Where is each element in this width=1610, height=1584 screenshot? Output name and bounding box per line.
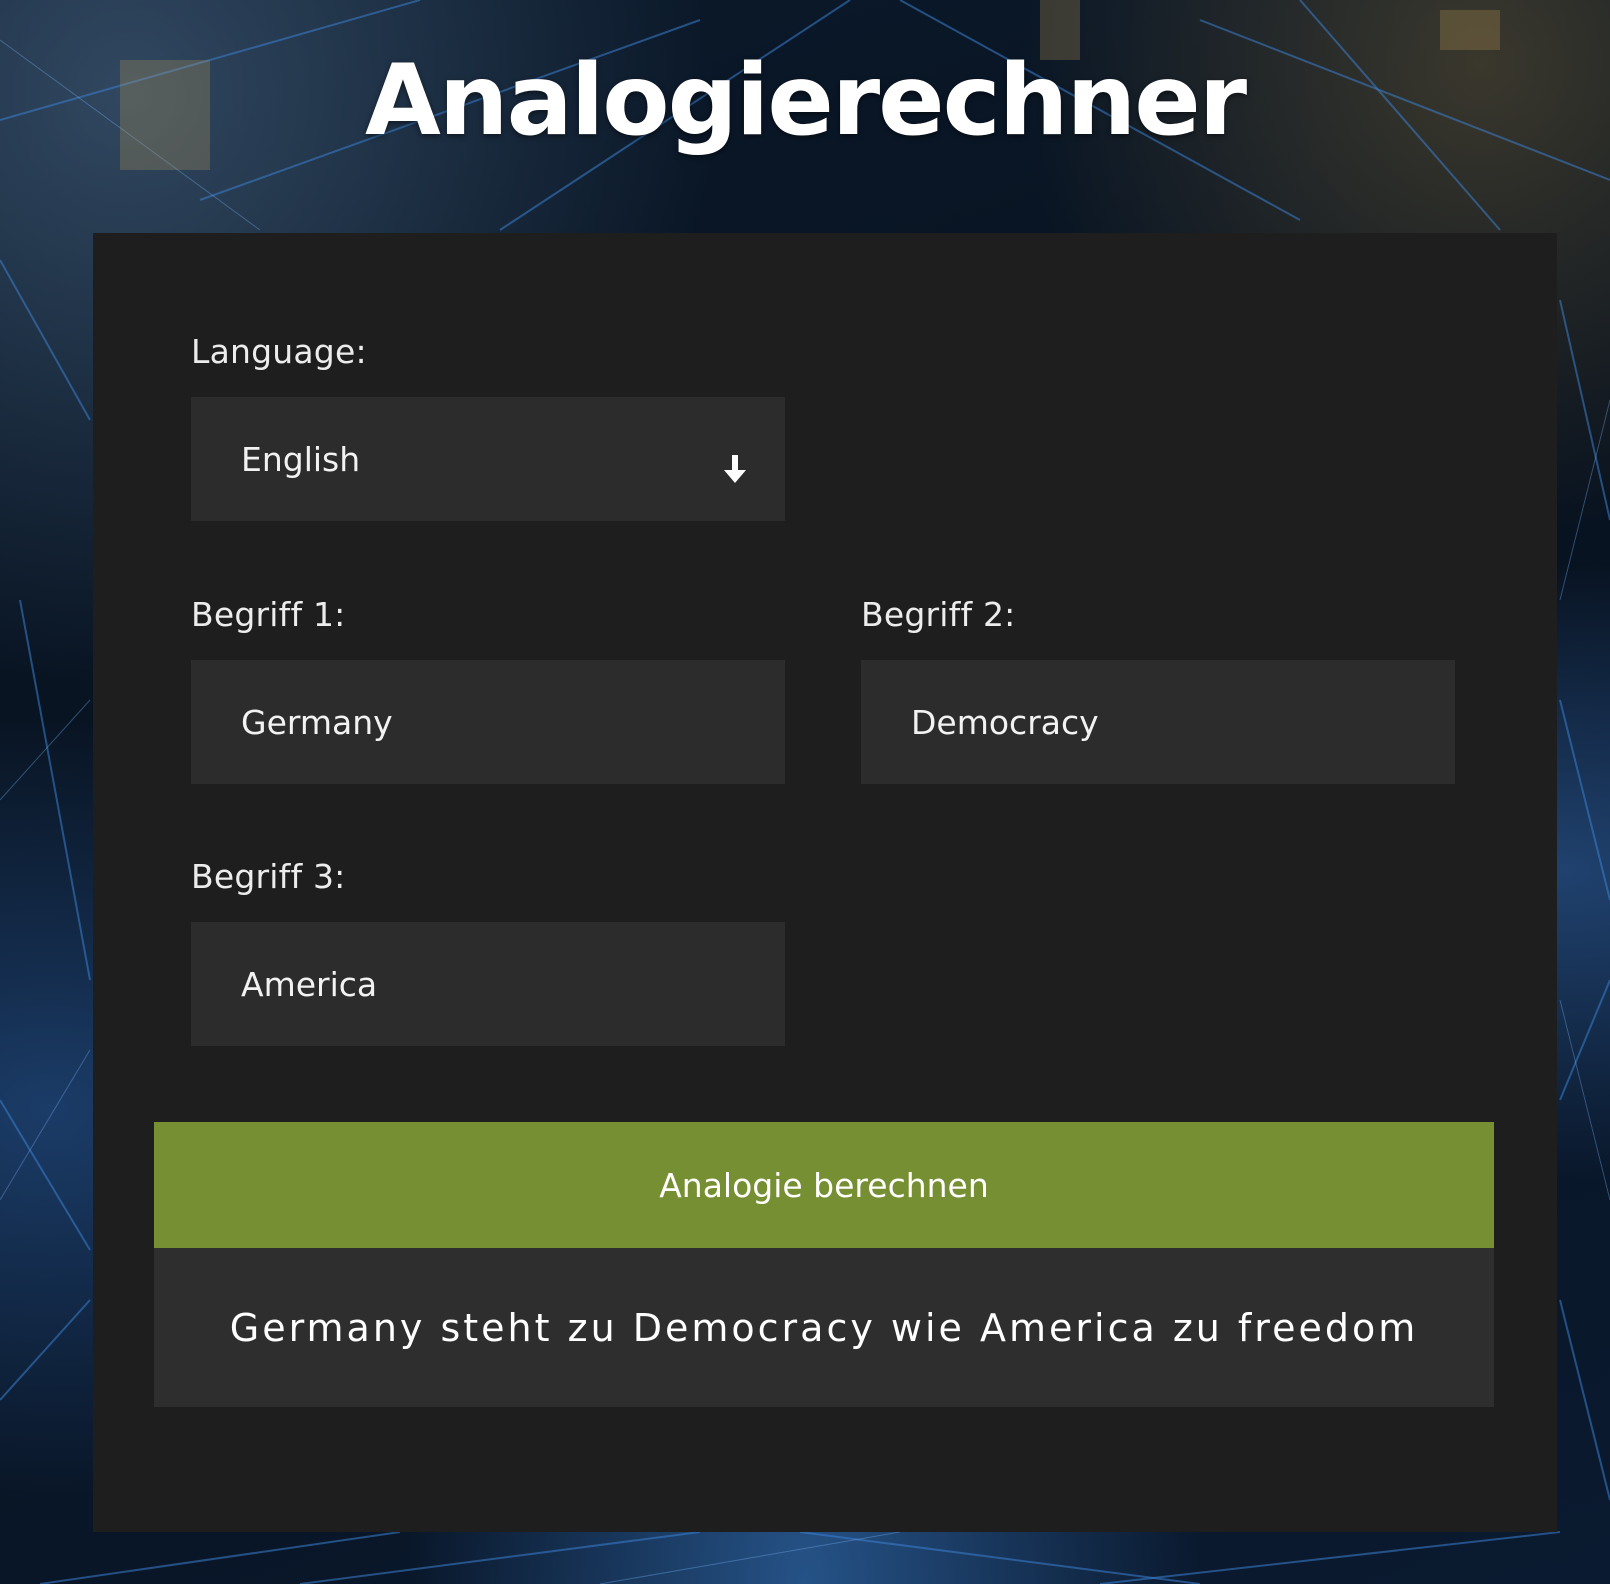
arrow-down-icon — [723, 453, 747, 485]
term2-input[interactable]: Democracy — [861, 660, 1455, 784]
language-label: Language: — [191, 332, 367, 371]
language-select-value: English — [241, 439, 361, 479]
calculate-analogy-button[interactable]: Analogie berechnen — [154, 1122, 1494, 1248]
language-select[interactable]: English — [191, 397, 785, 521]
page-title: Analogierechner — [364, 44, 1247, 158]
term1-input-value: Germany — [241, 702, 393, 742]
term3-input[interactable]: America — [191, 922, 785, 1046]
calculator-panel: Language: English Begriff 1: Germany Beg… — [93, 233, 1557, 1532]
term2-label: Begriff 2: — [861, 595, 1016, 634]
term1-input[interactable]: Germany — [191, 660, 785, 784]
term1-label: Begriff 1: — [191, 595, 346, 634]
term2-input-value: Democracy — [911, 702, 1099, 742]
term3-input-value: America — [241, 964, 378, 1004]
term3-label: Begriff 3: — [191, 857, 346, 896]
result-output: Germany steht zu Democracy wie America z… — [154, 1248, 1494, 1407]
